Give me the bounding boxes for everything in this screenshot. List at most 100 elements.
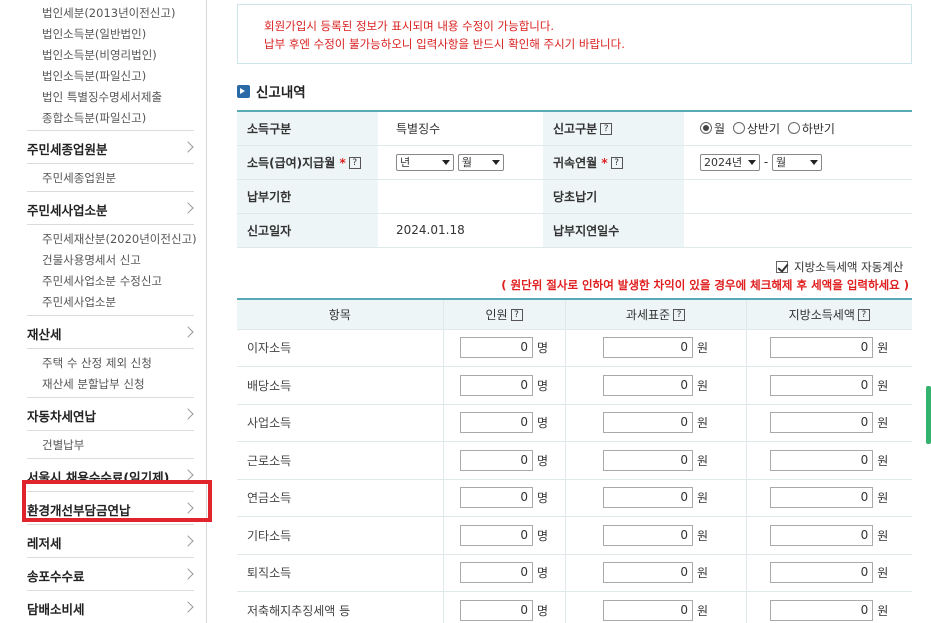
attrib-year-select[interactable]: 2024년 xyxy=(700,153,760,171)
sidebar-cat-car-tax[interactable]: 자동차세연납 xyxy=(27,402,194,431)
sidebar-cat-resident-employee[interactable]: 주민세종업원분 xyxy=(27,135,194,164)
attrib-month-select[interactable]: 월 xyxy=(772,153,822,171)
auto-calc[interactable]: 지방소득세액 자동계산 xyxy=(776,259,903,275)
people-cell: 0명 xyxy=(443,441,566,480)
help-icon[interactable]: ? xyxy=(673,309,686,322)
radio-first-half-label: 상반기 xyxy=(746,121,780,136)
sidebar-subitem[interactable]: 법인소득분(파일신고) xyxy=(27,66,206,87)
report-type-label-cell: 신고구분? xyxy=(543,111,684,146)
people-input[interactable]: 0 xyxy=(459,412,533,434)
people-input[interactable]: 0 xyxy=(459,374,533,396)
radio-first-half[interactable] xyxy=(732,122,745,135)
people-input[interactable]: 0 xyxy=(459,599,533,621)
table-row: 근로소득 0 명 0 원 0 원 xyxy=(237,441,912,480)
people-input[interactable]: 0 xyxy=(459,524,533,546)
help-icon[interactable]: ? xyxy=(600,123,613,136)
unit-label: 원 xyxy=(696,416,709,431)
people-input[interactable]: 0 xyxy=(459,487,533,509)
sidebar-subitem[interactable]: 주민세사업소분 xyxy=(27,292,206,313)
chevron-down-icon xyxy=(748,159,756,165)
sidebar-cat-tobacco[interactable]: 담배소비세 xyxy=(27,595,194,623)
sidebar-subitem[interactable]: 법인소득분(비영리법인) xyxy=(27,45,206,66)
base-input[interactable]: 0 xyxy=(602,374,693,396)
sidebar-subitem[interactable]: 법인소득분(일반법인) xyxy=(27,24,206,45)
help-icon[interactable]: ? xyxy=(348,157,361,169)
warning-text: ( 원단위 절사로 인하여 발생한 차익이 있을 경우에 체크해제 후 세액을 … xyxy=(501,278,909,292)
base-input[interactable]: 0 xyxy=(602,524,693,546)
chevron-right-icon xyxy=(182,535,194,547)
tax-cell: 0원 xyxy=(746,366,912,405)
sidebar-subitem[interactable]: 건별납부 xyxy=(27,435,206,456)
radio-monthly[interactable] xyxy=(700,122,712,135)
sidebar-cat-leisure[interactable]: 레저세 xyxy=(27,529,194,558)
sidebar-subitem[interactable]: 주민세종업원분 xyxy=(27,168,206,189)
col-header-label: 지방소득세액 xyxy=(788,307,855,322)
people-input[interactable]: 0 xyxy=(459,337,533,359)
tax-input[interactable]: 0 xyxy=(770,374,874,396)
pay-month-select[interactable]: 월 xyxy=(457,153,504,171)
tax-cell: 0원 xyxy=(746,329,912,367)
tax-input[interactable]: 0 xyxy=(770,524,874,546)
table-row: 배당소득 0 명 0 원 0 원 xyxy=(237,366,912,405)
row-item: 배당소득 xyxy=(237,366,444,405)
base-cell: 0원 xyxy=(565,516,747,555)
sidebar-subitem[interactable]: 법인세분(2013년이전신고) xyxy=(27,3,206,24)
sidebar-cat-label: 송포수수료 xyxy=(27,569,85,584)
tax-input[interactable]: 0 xyxy=(770,337,874,359)
chevron-right-icon xyxy=(182,469,194,481)
sidebar-subitem[interactable]: 주민세사업소분 수정신고 xyxy=(27,271,206,292)
col-header-people: 인원? xyxy=(443,299,566,330)
people-input[interactable]: 0 xyxy=(459,562,533,584)
help-icon[interactable]: ? xyxy=(610,157,623,169)
side-tab[interactable] xyxy=(926,386,931,444)
pay-year-select[interactable]: 년 xyxy=(396,153,454,171)
chevron-right-icon xyxy=(182,141,194,153)
base-cell: 0원 xyxy=(565,404,747,442)
tax-input[interactable]: 0 xyxy=(770,487,874,509)
required-mark: * xyxy=(339,155,346,170)
tax-input[interactable]: 0 xyxy=(770,562,874,584)
unit-label: 원 xyxy=(877,603,889,618)
base-input[interactable]: 0 xyxy=(602,599,693,621)
sidebar-subitem[interactable]: 주민세재산분(2020년이전신고) xyxy=(27,229,206,250)
sidebar-cat-property[interactable]: 재산세 xyxy=(27,320,194,349)
people-input[interactable]: 0 xyxy=(459,449,533,471)
income-type-label: 소득구분 xyxy=(237,111,378,146)
unit-label: 원 xyxy=(696,491,709,506)
chevron-right-icon xyxy=(182,326,194,338)
income-table: 항목 인원? 과세표준? 지방소득세액? 이자소득 0 명 0 원 0 원 배당소득 0 명 0 원 0… xyxy=(237,298,912,623)
sidebar-subitem[interactable]: 주택 수 산정 제외 신청 xyxy=(27,353,206,374)
help-icon[interactable]: ? xyxy=(510,309,523,322)
radio-second-half[interactable] xyxy=(787,122,800,135)
base-cell: 0원 xyxy=(565,441,747,480)
tax-input[interactable]: 0 xyxy=(770,412,874,434)
base-input[interactable]: 0 xyxy=(602,449,693,471)
sidebar-top-subs: 법인세분(2013년이전신고) 법인소득분(일반법인) 법인소득분(비영리법인)… xyxy=(27,0,206,129)
sidebar-subitem[interactable]: 재산세 분할납부 신청 xyxy=(27,374,206,395)
sidebar-subitem[interactable]: 법인 특별징수명세서제출 xyxy=(27,87,206,108)
chevron-right-icon xyxy=(182,202,194,214)
help-icon[interactable]: ? xyxy=(857,309,870,322)
base-input[interactable]: 0 xyxy=(602,412,693,434)
tax-cell: 0원 xyxy=(746,554,912,592)
unit-label: 원 xyxy=(877,491,889,506)
sidebar-cat-fee[interactable]: 송포수수료 xyxy=(27,562,194,591)
base-input[interactable]: 0 xyxy=(602,562,693,584)
report-date-value: 2024.01.18 xyxy=(378,213,543,248)
col-header-base: 과세표준? xyxy=(565,299,747,330)
required-mark: * xyxy=(601,155,608,170)
tax-input[interactable]: 0 xyxy=(770,599,874,621)
sidebar-subitem[interactable]: 건물사용명세서 신고 xyxy=(27,250,206,271)
tax-input[interactable]: 0 xyxy=(770,449,874,471)
base-input[interactable]: 0 xyxy=(602,337,693,359)
sidebar-subitem[interactable]: 종합소득분(파일신고) xyxy=(27,108,206,129)
chevron-right-icon xyxy=(182,601,194,613)
chevron-down-icon xyxy=(442,159,450,165)
auto-calc-checkbox[interactable] xyxy=(776,261,788,273)
sidebar-cat-resident-business[interactable]: 주민세사업소분 xyxy=(27,196,194,225)
base-input[interactable]: 0 xyxy=(602,487,693,509)
sidebar-cat-label: 주민세사업소분 xyxy=(27,203,108,218)
date-dash: - xyxy=(763,154,769,169)
tax-cell: 0원 xyxy=(746,516,912,555)
radio-monthly-label: 월 xyxy=(714,121,726,136)
